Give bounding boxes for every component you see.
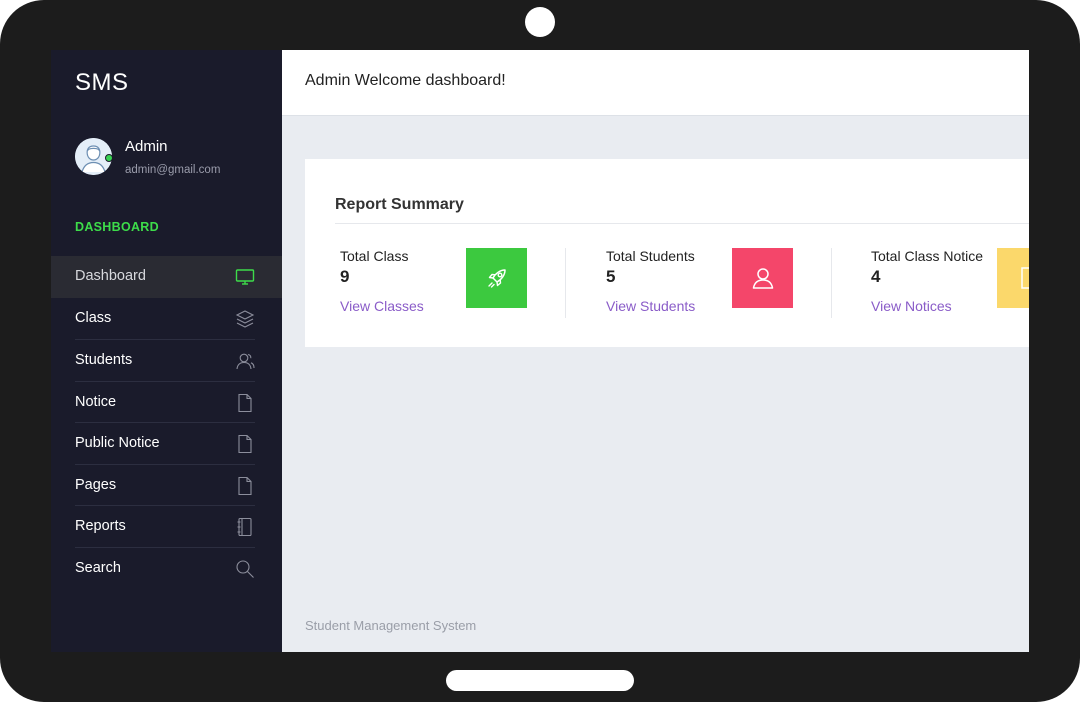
document-icon xyxy=(238,434,252,454)
camera-dot xyxy=(525,7,555,37)
sidebar-item-label: Search xyxy=(75,559,121,576)
sidebar-item-reports[interactable]: Reports xyxy=(75,505,255,547)
tablet-frame: SMS Admin admin@gmail.com DASHBOARD Dash… xyxy=(0,0,1080,702)
top-bar: Admin Welcome dashboard! xyxy=(282,50,1029,116)
stat-separator xyxy=(565,248,566,318)
sidebar-item-label: Public Notice xyxy=(75,435,160,451)
footer-text: Student Management System xyxy=(305,618,477,633)
sidebar-item-label: Notice xyxy=(75,393,117,410)
stat-value: 4 xyxy=(871,267,881,286)
sidebar-item-class[interactable]: Class xyxy=(75,298,255,340)
stat-label: Total Class Notice xyxy=(871,248,984,264)
online-status-dot xyxy=(105,154,113,162)
sidebar-item-dashboard[interactable]: Dashboard xyxy=(51,256,282,298)
user-name: Admin xyxy=(125,138,168,155)
sidebar-item-search[interactable]: Search xyxy=(75,546,255,589)
view-notices-link[interactable]: View Notices xyxy=(871,298,952,314)
document-icon xyxy=(238,393,252,412)
report-summary-card: Report Summary Total Class 9 View Classe… xyxy=(305,159,1029,347)
stat-value: 9 xyxy=(340,267,350,286)
stat-total-class-notice: Total Class Notice 4 View Notices xyxy=(866,248,1029,318)
stat-separator xyxy=(831,248,832,318)
sidebar: SMS Admin admin@gmail.com DASHBOARD Dash… xyxy=(51,50,282,652)
card-title: Report Summary xyxy=(335,196,464,213)
sidebar-item-label: Reports xyxy=(75,518,126,534)
sidebar-item-pages[interactable]: Pages xyxy=(75,463,255,506)
sidebar-item-label: Students xyxy=(75,352,133,368)
main-content: Admin Welcome dashboard! Report Summary … xyxy=(282,50,1029,652)
sidebar-section-label: DASHBOARD xyxy=(75,220,159,234)
monitor-icon xyxy=(235,269,255,285)
document-icon xyxy=(1020,267,1029,289)
sidebar-item-label: Class xyxy=(75,309,112,326)
stat-total-students: Total Students 5 View Students xyxy=(601,248,841,318)
stat-label: Total Class xyxy=(340,248,409,264)
sidebar-nav: Dashboard Class Students Notice Public N… xyxy=(51,256,282,588)
stat-value: 5 xyxy=(606,267,616,286)
view-students-link[interactable]: View Students xyxy=(606,298,695,314)
sidebar-item-public-notice[interactable]: Public Notice xyxy=(75,422,255,464)
rocket-icon xyxy=(487,269,506,288)
brand-logo[interactable]: SMS xyxy=(75,69,129,97)
page-title: Admin Welcome dashboard! xyxy=(305,72,506,89)
user-profile: Admin admin@gmail.com xyxy=(75,138,275,184)
card-divider xyxy=(335,223,1029,224)
sidebar-item-students[interactable]: Students xyxy=(75,339,255,381)
users-icon xyxy=(236,353,255,370)
view-classes-link[interactable]: View Classes xyxy=(340,298,424,314)
user-email: admin@gmail.com xyxy=(125,164,221,176)
document-icon xyxy=(238,476,252,495)
app-screen: SMS Admin admin@gmail.com DASHBOARD Dash… xyxy=(51,50,1029,652)
sidebar-item-label: Dashboard xyxy=(75,268,146,284)
stat-icon-box xyxy=(466,248,527,308)
home-bar xyxy=(446,670,634,691)
stat-label: Total Students xyxy=(606,248,695,264)
user-icon xyxy=(752,268,773,289)
sidebar-item-notice[interactable]: Notice xyxy=(75,380,255,423)
stat-icon-box xyxy=(997,248,1029,308)
search-icon xyxy=(236,559,254,578)
sidebar-item-label: Pages xyxy=(75,476,117,493)
stat-total-class: Total Class 9 View Classes xyxy=(335,248,575,318)
stat-icon-box xyxy=(732,248,793,308)
notebook-icon xyxy=(237,517,252,537)
layers-icon xyxy=(235,309,255,328)
